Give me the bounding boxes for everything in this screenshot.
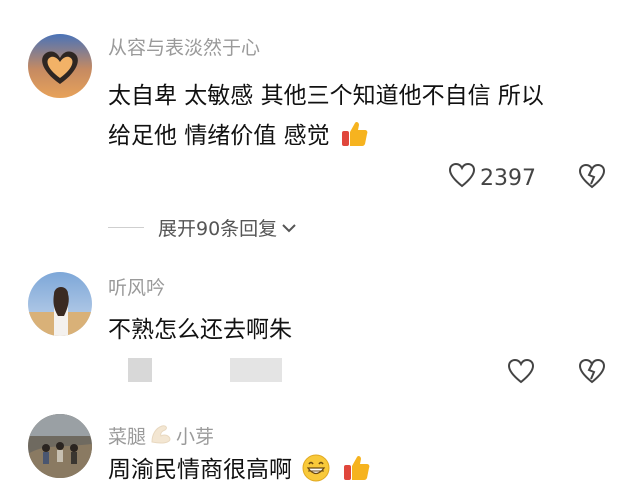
like-count: 2397 xyxy=(480,165,536,191)
like-button[interactable] xyxy=(507,358,535,390)
broken-heart-icon xyxy=(578,358,606,388)
image-placeholder xyxy=(230,358,282,382)
like-button[interactable]: 2397 xyxy=(448,162,536,194)
comment-text-line: 周渝民情商很高啊 xyxy=(108,457,292,483)
comment-text: 太自卑 太敏感 其他三个知道他不自信 所以 给足他 情绪价值 感觉 xyxy=(108,76,628,162)
image-placeholder xyxy=(128,358,152,382)
expand-replies-label: 展开90条回复 xyxy=(158,218,278,240)
comment-text: 不熟怎么还去啊朱 xyxy=(108,310,628,350)
avatar[interactable] xyxy=(28,414,92,478)
comment-text: 周渝民情商很高啊 xyxy=(108,450,628,496)
username[interactable]: 菜腿 小芽 xyxy=(108,422,214,452)
username-part: 菜腿 xyxy=(108,426,147,448)
dislike-button[interactable] xyxy=(578,358,606,388)
grin-emoji-icon xyxy=(301,453,331,496)
thumbs-up-icon xyxy=(339,119,369,162)
chevron-down-icon xyxy=(281,217,297,239)
muscle-emoji-icon xyxy=(148,422,174,452)
comment-text-line: 给足他 情绪价值 感觉 xyxy=(108,116,628,162)
username[interactable]: 从容与表淡然于心 xyxy=(108,36,260,60)
comment-text-line: 太自卑 太敏感 其他三个知道他不自信 所以 xyxy=(108,83,544,109)
avatar[interactable] xyxy=(28,272,92,336)
comment-text-line-2: 给足他 情绪价值 感觉 xyxy=(108,123,330,149)
heart-icon xyxy=(448,162,476,194)
comment-text-line: 不熟怎么还去啊朱 xyxy=(108,317,292,343)
heart-icon xyxy=(507,358,535,390)
dislike-button[interactable] xyxy=(578,163,606,193)
expand-replies-button[interactable]: 展开90条回复 xyxy=(108,214,297,241)
divider xyxy=(108,227,144,228)
username[interactable]: 听风吟 xyxy=(108,276,165,300)
username-part: 小芽 xyxy=(176,426,215,448)
avatar[interactable] xyxy=(28,34,92,98)
thumbs-up-icon xyxy=(341,453,371,496)
broken-heart-icon xyxy=(578,163,606,193)
